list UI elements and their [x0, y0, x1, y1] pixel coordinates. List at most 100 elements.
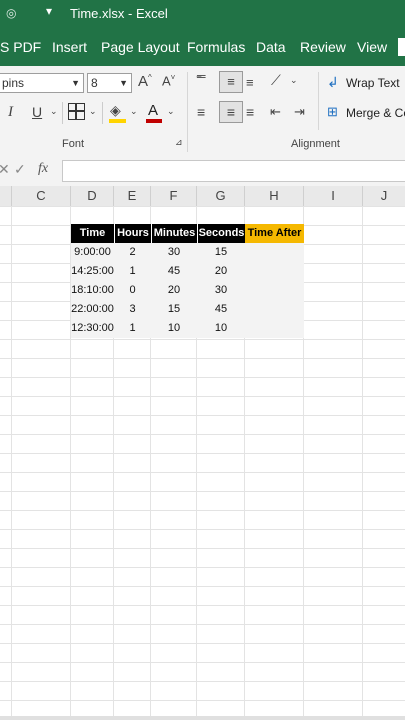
font-name-value: pins — [2, 76, 25, 90]
header-cell-seconds[interactable]: Seconds — [197, 224, 245, 243]
underline-button[interactable]: U — [32, 104, 42, 120]
table-cell[interactable] — [245, 319, 304, 338]
tab-review[interactable]: Review — [300, 39, 346, 55]
increase-indent-icon[interactable]: ⇥ — [294, 104, 305, 120]
table-cell[interactable]: 1 — [114, 262, 151, 281]
table-cell[interactable] — [245, 262, 304, 281]
title-bar: ◎ ▾ Time.xlsx - Excel — [0, 0, 405, 28]
chevron-down-icon[interactable]: ⌄ — [89, 106, 97, 117]
divider — [102, 102, 103, 124]
table-cell[interactable]: 1 — [114, 319, 151, 338]
wrap-text-icon[interactable]: ↲ — [327, 74, 339, 91]
autosave-icon[interactable]: ◎ — [6, 6, 16, 20]
insert-function-icon[interactable]: fx — [38, 161, 48, 177]
wrap-text-button[interactable]: Wrap Text — [346, 76, 400, 90]
table-cell[interactable]: 30 — [151, 243, 197, 262]
cancel-icon[interactable]: ✕ — [0, 161, 10, 178]
table-cell[interactable] — [245, 281, 304, 300]
table-cell[interactable] — [245, 243, 304, 262]
table-cell[interactable]: 10 — [197, 319, 245, 338]
merge-center-icon[interactable]: ⊞ — [327, 104, 338, 120]
table-cell[interactable]: 2 — [114, 243, 151, 262]
header-cell-time-after[interactable]: Time After — [245, 224, 304, 243]
merge-center-button[interactable]: Merge & Ce — [346, 106, 405, 120]
chevron-down-icon[interactable]: ⌄ — [167, 106, 175, 117]
chevron-down-icon[interactable]: ⌄ — [290, 75, 298, 86]
window-title: Time.xlsx - Excel — [70, 6, 168, 21]
align-left-icon[interactable]: ≡ — [197, 104, 205, 120]
align-top-icon[interactable]: ═ ‾ — [197, 70, 206, 88]
header-cell-minutes[interactable]: Minutes — [151, 224, 197, 243]
fill-color-icon[interactable]: ◈ — [110, 102, 121, 119]
tab-data[interactable]: Data — [256, 39, 286, 55]
table-cell[interactable]: 10 — [151, 319, 197, 338]
decrease-indent-icon[interactable]: ⇤ — [270, 104, 281, 120]
formula-bar: ✕ ✓ fx — [0, 156, 405, 187]
group-separator — [187, 72, 188, 152]
table-cell[interactable]: 0 — [114, 281, 151, 300]
column-header-c[interactable]: C — [12, 186, 71, 206]
font-size-value: 8 — [91, 76, 98, 90]
table-cell[interactable]: 15 — [197, 243, 245, 262]
divider — [62, 102, 63, 124]
formula-input[interactable] — [62, 160, 405, 182]
align-middle-icon[interactable]: ≡ — [219, 71, 243, 93]
customize-qat-dropdown[interactable]: ▾ — [46, 4, 52, 18]
orientation-icon[interactable]: ⟋ — [271, 72, 281, 89]
font-color-icon[interactable]: A — [148, 102, 158, 119]
table-cell[interactable] — [245, 300, 304, 319]
column-header-b[interactable] — [0, 186, 12, 206]
gridline — [362, 206, 363, 718]
column-header-d[interactable]: D — [71, 186, 114, 206]
column-header-f[interactable]: F — [151, 186, 197, 206]
grow-font-button[interactable]: A^ — [138, 73, 152, 90]
table-cell[interactable]: 30 — [197, 281, 245, 300]
ribbon: pins ▼ 8 ▼ A^ A˅ I U ⌄ ⌄ ◈ ⌄ A ⌄ Font ⊿ … — [0, 66, 405, 157]
gridline — [11, 206, 12, 718]
column-header-j[interactable]: J — [363, 186, 405, 206]
borders-icon[interactable] — [68, 103, 85, 120]
horizontal-scrollbar[interactable] — [0, 716, 405, 720]
font-size-combo[interactable]: 8 ▼ — [87, 73, 132, 93]
column-header-h[interactable]: H — [245, 186, 304, 206]
tab-more-indicator — [398, 38, 405, 56]
align-bottom-icon[interactable]: ≡ — [246, 75, 254, 90]
table-cell[interactable]: 15 — [151, 300, 197, 319]
alignment-group-label: Alignment — [291, 138, 340, 150]
align-right-icon[interactable]: ≡ — [246, 104, 254, 120]
tab-view[interactable]: View — [357, 39, 387, 55]
header-cell-hours[interactable]: Hours — [114, 224, 151, 243]
dialog-launcher-icon[interactable]: ⊿ — [175, 137, 183, 148]
tab-pdf[interactable]: S PDF — [0, 39, 41, 55]
table-cell[interactable]: 45 — [197, 300, 245, 319]
column-headers: C D E F G H I J — [0, 186, 405, 207]
table-cell[interactable]: 9:00:00 — [71, 243, 114, 262]
chevron-down-icon: ▼ — [119, 78, 128, 88]
table-cell[interactable]: 14:25:00 — [71, 262, 114, 281]
column-header-i[interactable]: I — [304, 186, 363, 206]
enter-icon[interactable]: ✓ — [14, 161, 26, 178]
header-cell-time[interactable]: Time — [71, 224, 114, 243]
fill-color-swatch — [109, 119, 126, 123]
chevron-down-icon[interactable]: ⌄ — [50, 106, 58, 117]
chevron-down-icon: ▼ — [71, 78, 80, 88]
ribbon-tabs: S PDF Insert Page Layout Formulas Data R… — [0, 28, 405, 66]
group-separator — [318, 72, 319, 130]
table-cell[interactable]: 18:10:00 — [71, 281, 114, 300]
font-name-combo[interactable]: pins ▼ — [0, 73, 84, 93]
column-header-g[interactable]: G — [197, 186, 245, 206]
table-cell[interactable]: 22:00:00 — [71, 300, 114, 319]
italic-button[interactable]: I — [8, 104, 13, 121]
table-cell[interactable]: 12:30:00 — [71, 319, 114, 338]
table-cell[interactable]: 20 — [197, 262, 245, 281]
shrink-font-button[interactable]: A˅ — [162, 73, 175, 88]
tab-page-layout[interactable]: Page Layout — [101, 39, 180, 55]
chevron-down-icon[interactable]: ⌄ — [130, 106, 138, 117]
tab-formulas[interactable]: Formulas — [187, 39, 245, 55]
table-cell[interactable]: 3 — [114, 300, 151, 319]
column-header-e[interactable]: E — [114, 186, 151, 206]
align-center-icon[interactable]: ≡ — [219, 101, 243, 123]
tab-insert[interactable]: Insert — [52, 39, 87, 55]
table-cell[interactable]: 45 — [151, 262, 197, 281]
table-cell[interactable]: 20 — [151, 281, 197, 300]
